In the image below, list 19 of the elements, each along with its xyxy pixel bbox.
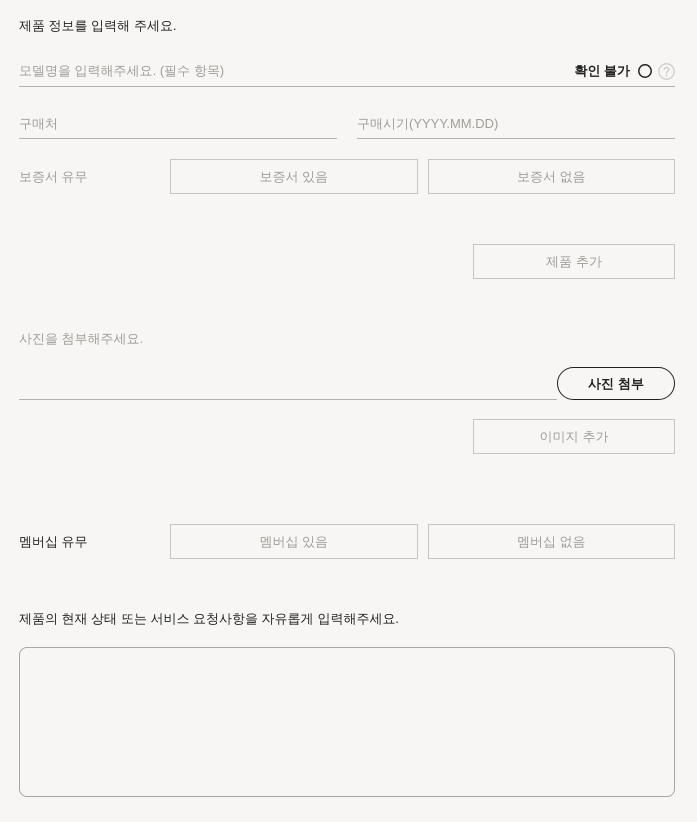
unknown-option-label[interactable]: 확인 불가 (574, 61, 630, 81)
choice-label: 보증서 유무 (19, 168, 89, 186)
purchase-field[interactable]: 구매처 (19, 108, 337, 139)
unknown-option-checkbox[interactable] (638, 64, 652, 78)
add-product-button[interactable]: 제품 추가 (473, 244, 675, 279)
choice-label: 멤버십 유무 (19, 532, 89, 551)
request-label: 제품의 현재 상태 또는 서비스 요청사항을 자유롭게 입력해주세요. (19, 610, 400, 628)
photo-label: 사진을 첨부해주세요. (19, 330, 144, 348)
model-name-field[interactable]: 모델명을 입력해주세요. (필수 항목) 확인 불가 (19, 56, 675, 87)
attach-photo-button[interactable]: 사진 첨부 (557, 367, 675, 400)
choice-button[interactable]: 멤버십 있음 (170, 524, 418, 559)
choice-button[interactable]: 멤버십 없음 (428, 524, 675, 559)
add-image-button[interactable]: 이미지 추가 (473, 419, 675, 454)
choice-button[interactable]: 보증서 있음 (170, 159, 418, 194)
form-heading: 제품 정보를 입력해 주세요. (19, 17, 178, 35)
help-icon[interactable] (658, 62, 675, 80)
purchase-field[interactable]: 구매시기(YYYY.MM.DD) (357, 108, 675, 139)
request-textarea[interactable] (19, 647, 675, 797)
choice-button[interactable]: 보증서 없음 (428, 159, 675, 194)
